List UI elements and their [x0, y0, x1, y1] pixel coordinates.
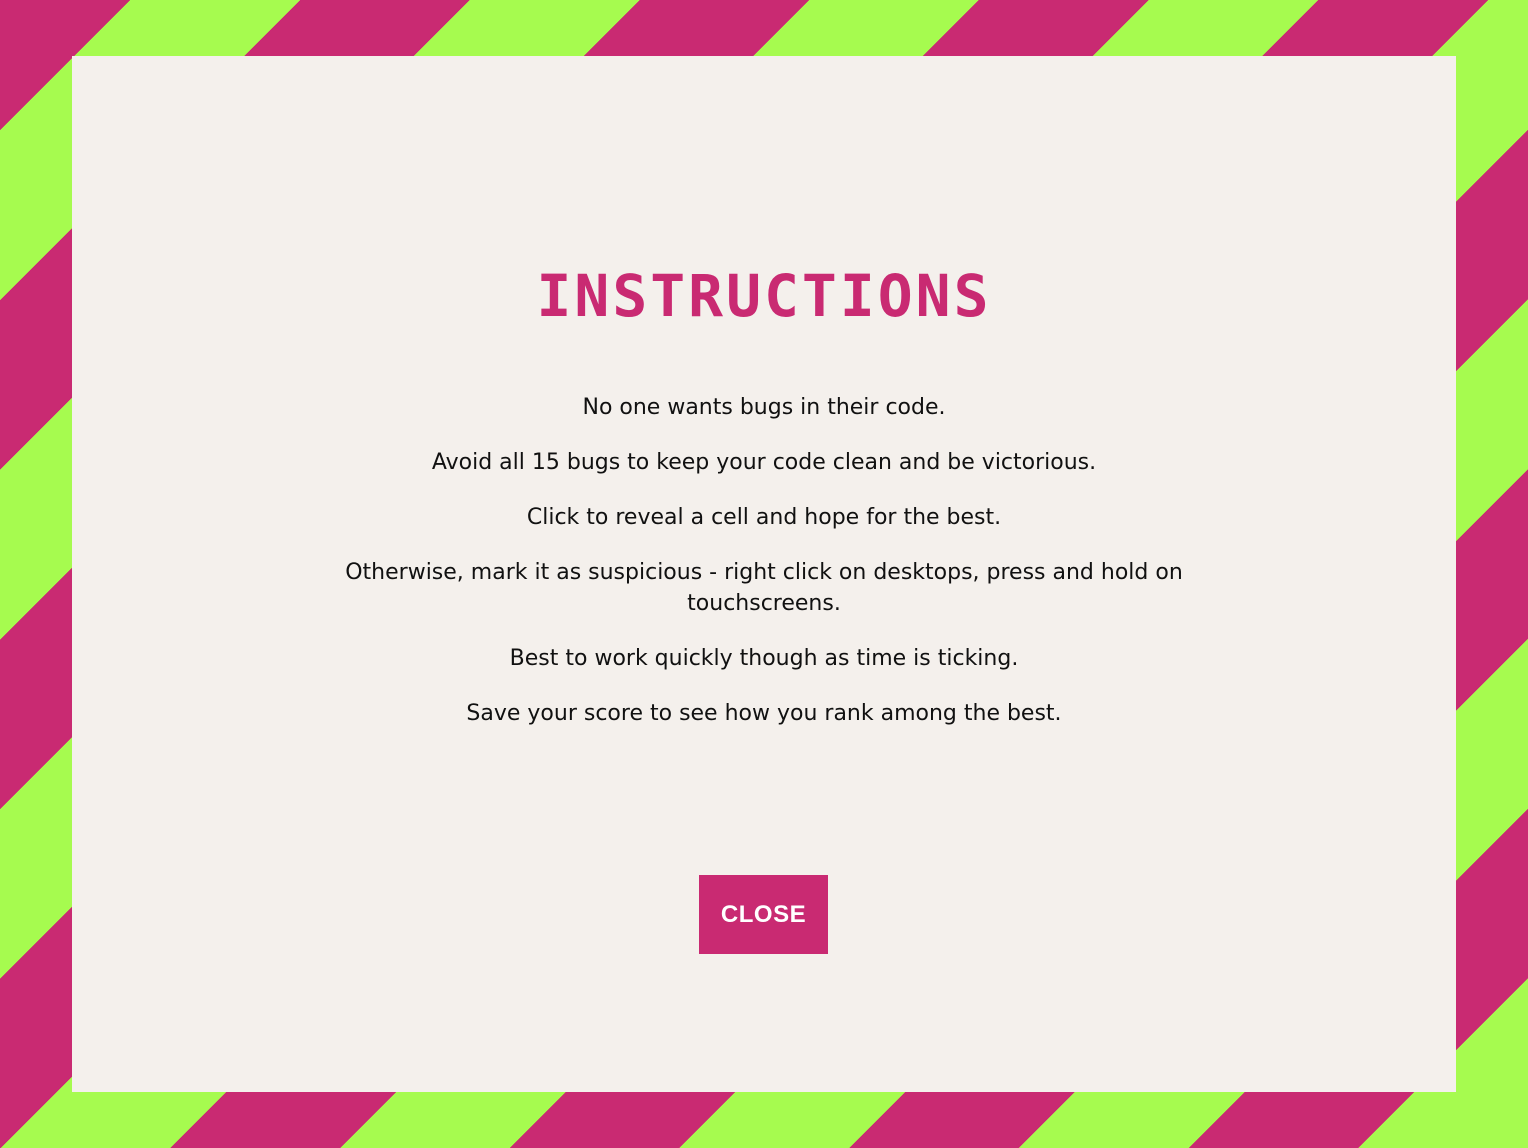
instruction-line: Save your score to see how you rank amon… — [466, 701, 1062, 726]
instruction-line: Click to reveal a cell and hope for the … — [526, 505, 1002, 530]
instruction-line: No one wants bugs in their code. — [582, 395, 946, 420]
instructions-list: No one wants bugs in their code. Avoid a… — [332, 392, 1196, 753]
instruction-line: Otherwise, mark it as suspicious - right… — [345, 560, 1183, 616]
instruction-line: Best to work quickly though as time is t… — [509, 646, 1019, 671]
dialog-title: INSTRUCTIONS — [536, 262, 992, 330]
instruction-line: Avoid all 15 bugs to keep your code clea… — [431, 450, 1097, 475]
instructions-dialog: INSTRUCTIONS No one wants bugs in their … — [72, 56, 1456, 1092]
close-button[interactable]: CLOSE — [699, 875, 828, 954]
